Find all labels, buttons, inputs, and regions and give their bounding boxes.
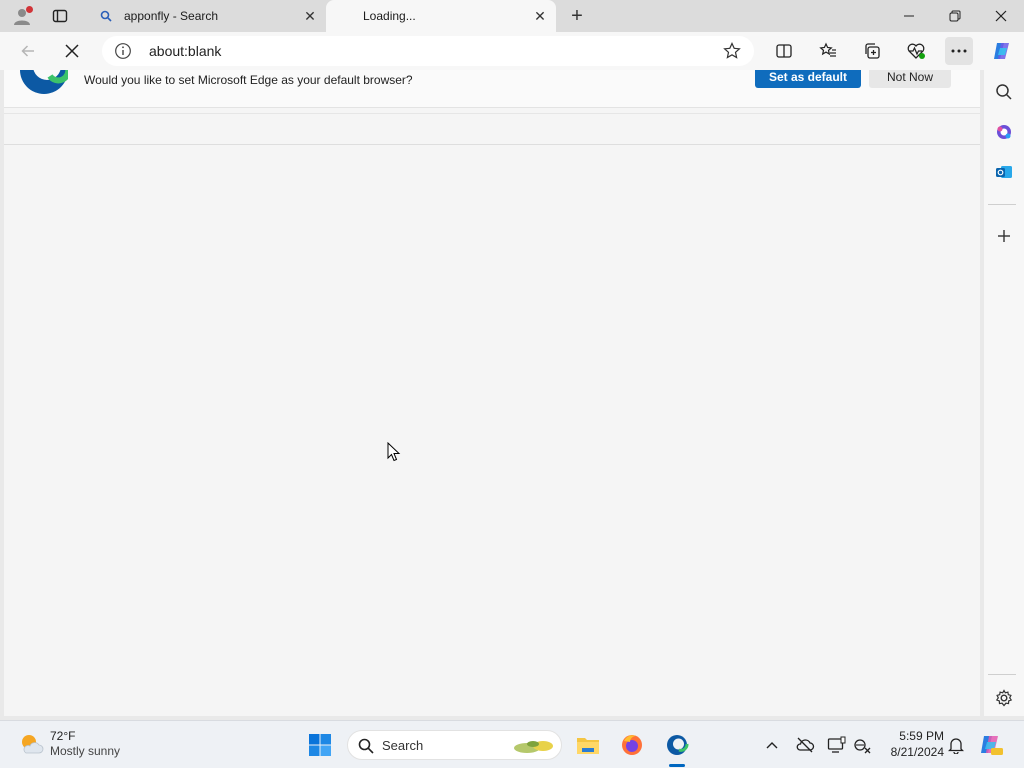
- weather-widget[interactable]: 72°F Mostly sunny: [18, 729, 120, 759]
- chevron-up-icon: [766, 742, 778, 749]
- settings-more-button[interactable]: [945, 37, 973, 65]
- browser-essentials-button[interactable]: [902, 37, 930, 65]
- restore-button[interactable]: [932, 0, 978, 32]
- favorites-button[interactable]: [814, 37, 842, 65]
- address-bar[interactable]: about:blank: [102, 36, 754, 66]
- default-browser-infobar: Would you like to set Microsoft Edge as …: [4, 70, 980, 108]
- sidebar-m365-button[interactable]: [990, 118, 1018, 146]
- tab-title: apponfly - Search: [124, 9, 219, 23]
- more-dots-icon: [951, 49, 967, 53]
- copilot-button[interactable]: [988, 37, 1016, 65]
- file-explorer-button[interactable]: [572, 729, 604, 761]
- taskbar-search-box[interactable]: Search: [347, 730, 562, 760]
- blank-page-panel: [4, 113, 980, 145]
- page-content: Would you like to set Microsoft Edge as …: [4, 70, 980, 716]
- firefox-icon: [622, 735, 642, 755]
- bell-icon: [948, 738, 964, 754]
- close-tab-icon[interactable]: ✕: [298, 4, 322, 28]
- close-window-button[interactable]: [978, 0, 1024, 32]
- network-tray-button[interactable]: [850, 733, 874, 757]
- stop-x-icon: [65, 44, 79, 58]
- sidebar-outlook-button[interactable]: [990, 158, 1018, 186]
- microsoft-365-icon: [997, 125, 1011, 139]
- search-highlight-icon: [514, 741, 553, 753]
- split-screen-icon: [776, 44, 792, 58]
- monitor-icon: [827, 736, 846, 753]
- outlook-icon: [996, 166, 1012, 178]
- tab-actions-button[interactable]: [44, 4, 76, 28]
- heart-pulse-icon: [907, 43, 925, 59]
- copilot-pre-icon: [981, 736, 1003, 755]
- weather-condition: Mostly sunny: [50, 744, 121, 758]
- windows-logo-icon: [309, 734, 331, 756]
- tab-search[interactable]: apponfly - Search ✕: [88, 0, 326, 32]
- close-tab-icon[interactable]: ✕: [528, 4, 552, 28]
- search-label: Search: [382, 738, 424, 753]
- windows-taskbar: 72°F Mostly sunny Search 5:59 PM 8/21/20…: [0, 720, 1024, 768]
- plus-icon: [998, 230, 1010, 242]
- cloud-offline-icon: [796, 737, 815, 753]
- tab-title: Loading...: [363, 9, 416, 23]
- new-tab-button[interactable]: +: [563, 4, 591, 28]
- notification-dot: [26, 6, 33, 13]
- infobar-message: Would you like to set Microsoft Edge as …: [84, 73, 413, 87]
- sidebar-settings-button[interactable]: [990, 684, 1018, 712]
- weather-temperature: 72°F: [50, 729, 76, 743]
- sidebar-search-button[interactable]: [990, 78, 1018, 106]
- minimize-icon: [904, 15, 914, 17]
- onedrive-tray-button[interactable]: [793, 733, 817, 757]
- search-icon: [358, 738, 374, 754]
- favorite-star-icon[interactable]: [722, 41, 742, 61]
- back-button[interactable]: [14, 37, 42, 65]
- back-arrow-icon: [21, 45, 34, 57]
- mouse-cursor-icon: [387, 442, 401, 462]
- search-icon: [98, 8, 114, 24]
- site-info-icon[interactable]: [114, 42, 132, 60]
- close-icon: [995, 10, 1007, 22]
- collections-icon: [865, 43, 880, 59]
- title-bar: apponfly - Search ✕ Loading... ✕ +: [0, 0, 1024, 32]
- folder-icon: [577, 738, 599, 754]
- copilot-icon: [994, 43, 1009, 59]
- notifications-button[interactable]: [944, 733, 968, 757]
- edge-taskbar-button[interactable]: [661, 729, 693, 761]
- edge-logo-icon: [20, 70, 68, 94]
- system-clock[interactable]: 5:59 PM 8/21/2024: [880, 728, 944, 760]
- start-button[interactable]: [304, 729, 336, 761]
- not-now-button[interactable]: Not Now: [869, 70, 951, 88]
- tab-loading[interactable]: Loading... ✕: [326, 0, 556, 32]
- firefox-button[interactable]: [616, 729, 648, 761]
- gear-icon: [995, 689, 1013, 707]
- copilot-taskbar-button[interactable]: [979, 733, 1003, 757]
- set-as-default-button[interactable]: Set as default: [755, 70, 861, 88]
- collections-button[interactable]: [858, 37, 886, 65]
- edge-icon: [667, 735, 689, 755]
- clock-date: 8/21/2024: [890, 745, 944, 759]
- network-icon: [854, 739, 871, 754]
- tab-actions-icon: [52, 9, 68, 23]
- url-text[interactable]: about:blank: [149, 43, 221, 59]
- active-app-indicator: [669, 764, 685, 767]
- sidebar-add-button[interactable]: [990, 222, 1018, 250]
- edge-sidebar: [984, 70, 1024, 716]
- restore-icon: [949, 10, 961, 22]
- sidebar-divider: [988, 204, 1016, 205]
- sidebar-divider: [988, 674, 1016, 675]
- show-hidden-icons-button[interactable]: [760, 733, 784, 757]
- partly-sunny-icon: [22, 735, 44, 754]
- favorites-icon: [819, 42, 836, 57]
- minimize-button[interactable]: [886, 0, 932, 32]
- search-icon: [996, 84, 1012, 100]
- stop-loading-button[interactable]: [58, 37, 86, 65]
- clock-time: 5:59 PM: [899, 729, 944, 743]
- browser-toolbar: about:blank: [0, 32, 1024, 70]
- display-tray-button[interactable]: [825, 733, 849, 757]
- profile-button[interactable]: [8, 4, 36, 28]
- split-screen-button[interactable]: [770, 37, 798, 65]
